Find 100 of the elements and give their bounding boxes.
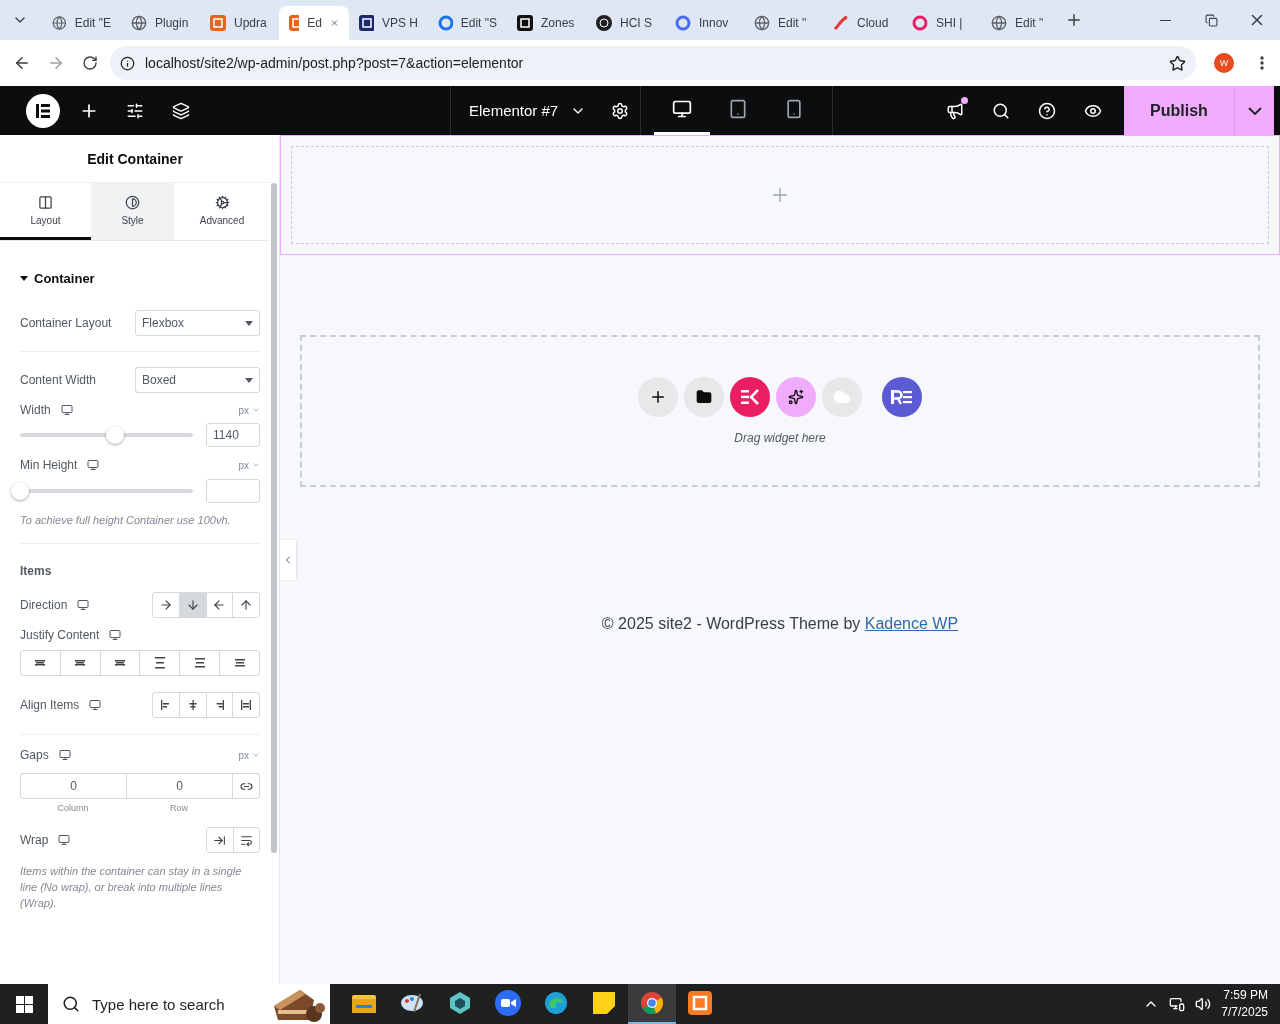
monitor-icon <box>89 699 102 711</box>
browser-tab[interactable]: Innov <box>665 6 744 40</box>
monitor-icon <box>672 99 692 119</box>
folder-icon <box>352 992 376 1014</box>
monitor-icon <box>87 459 100 471</box>
unit-selector[interactable]: px <box>238 404 260 416</box>
drop-hint: Drag widget here <box>734 431 826 445</box>
swirl-icon <box>544 991 568 1015</box>
kit-button[interactable] <box>730 377 770 417</box>
chevron-down-icon <box>1247 106 1262 115</box>
tab-title: HCI S <box>620 16 652 30</box>
volume-icon[interactable] <box>1195 996 1212 1012</box>
browser-tab[interactable]: Updra <box>200 6 279 40</box>
profile-avatar[interactable]: W <box>1214 53 1234 73</box>
justify-icon <box>115 660 126 666</box>
tab-title: Edit "E <box>74 16 111 30</box>
chevron-down-icon <box>252 751 260 759</box>
align-icon <box>214 700 225 710</box>
kit-icon <box>740 389 760 405</box>
number-field[interactable]: 1140 <box>206 423 260 447</box>
footer-text: © 2025 site2 - WordPress Theme by Kadence WP <box>600 615 960 633</box>
cloud-icon <box>833 388 851 406</box>
search-icon <box>992 101 1010 120</box>
browser-tab[interactable]: Edit " <box>744 6 823 40</box>
control-label: Gaps <box>20 748 49 762</box>
monitor-icon <box>58 749 71 761</box>
browser-tab[interactable]: Zones <box>507 6 586 40</box>
tab-title: Edit " <box>778 16 807 30</box>
align-icon <box>187 700 198 710</box>
caret-icon <box>20 275 28 282</box>
field-caption: Row <box>169 803 189 813</box>
gear-icon <box>214 194 230 210</box>
monitor-icon <box>109 629 122 641</box>
browser-tab[interactable]: Ed <box>279 6 349 40</box>
tab-title: Edit "S <box>460 16 497 30</box>
number-field[interactable]: 0 <box>21 774 127 798</box>
columns-icon <box>38 194 53 210</box>
align-icon <box>160 700 171 710</box>
search-placeholder: Type here to search <box>92 995 225 1013</box>
addon-button[interactable] <box>882 377 922 417</box>
option-button[interactable] <box>232 693 259 717</box>
browser-tab[interactable]: Edit "S <box>428 6 507 40</box>
restore-icon <box>1204 13 1218 27</box>
number-field[interactable]: 0 <box>127 774 233 798</box>
unit-selector[interactable]: px <box>238 459 260 471</box>
template-library-button[interactable] <box>684 377 724 417</box>
settings-icon <box>611 101 630 120</box>
browser-tab[interactable]: Cloud <box>823 6 902 40</box>
search-icon <box>62 995 80 1013</box>
select-field[interactable]: Flexbox <box>135 310 260 336</box>
unit-selector[interactable]: px <box>238 749 260 761</box>
taskbar-search-field[interactable]: Type here to search <box>48 984 330 1024</box>
tab-title: Ed <box>307 16 322 30</box>
tab-title: Zones <box>541 16 575 30</box>
chevron-down-icon <box>252 406 260 414</box>
ai-button[interactable] <box>776 377 816 417</box>
kebab-menu-icon <box>1260 56 1264 70</box>
publish-button[interactable]: Publish <box>1124 86 1234 135</box>
monitor-icon <box>58 834 71 846</box>
tab-title: Updra <box>234 16 267 30</box>
arrow-right-icon <box>47 54 65 72</box>
tab-title: Edit " <box>1015 16 1044 30</box>
monitor-icon <box>60 404 73 416</box>
address-bar[interactable]: localhost/site2/wp-admin/post.php?post=7&action=elementor <box>110 46 1196 80</box>
section-toggle[interactable]: Container <box>20 271 260 286</box>
slider-thumb[interactable] <box>106 426 125 444</box>
browser-tab[interactable]: Plugin <box>121 6 200 40</box>
browser-tab[interactable]: VPS H <box>349 6 428 40</box>
plus-icon <box>1065 11 1083 29</box>
browser-tab[interactable]: SHI | <box>902 6 981 40</box>
control-label: Content Width <box>20 373 97 387</box>
bookmark-star-icon[interactable] <box>1169 54 1186 72</box>
option-button[interactable] <box>232 828 259 852</box>
taskbar-app[interactable] <box>628 984 676 1024</box>
panel-tab[interactable]: Style <box>91 183 174 240</box>
option-button[interactable] <box>219 651 259 675</box>
document-title-menu[interactable]: Elementor #7 <box>451 86 601 135</box>
wrap-icon <box>239 833 253 847</box>
tab-title: Plugin <box>155 16 189 30</box>
theme-link[interactable]: Kadence WP <box>864 615 959 632</box>
slider-track[interactable] <box>11 482 193 500</box>
justify-icon <box>194 658 205 668</box>
sticky-note-icon <box>593 992 615 1014</box>
select-field[interactable]: Boxed <box>135 367 260 393</box>
sliders-icon <box>126 101 144 120</box>
control-label: Align Items <box>20 698 80 712</box>
browser-tab[interactable]: Edit "E <box>42 6 121 40</box>
number-field[interactable] <box>206 479 260 503</box>
justify-icon <box>154 657 165 669</box>
control-label: Width <box>20 403 51 417</box>
url-text: localhost/site2/wp-admin/post.php?post=7&action=elementor <box>145 55 525 71</box>
date-text: 7/7/2025 <box>1221 1004 1268 1021</box>
group-heading: Items <box>20 564 53 578</box>
slider-thumb[interactable] <box>11 482 29 500</box>
browser-tab[interactable]: Edit " <box>981 6 1060 40</box>
caret-icon <box>245 320 253 326</box>
add-section-button[interactable] <box>638 377 678 417</box>
browser-tab[interactable]: HCI S <box>586 6 665 40</box>
clock[interactable]: 7:59 PM 7/7/2025 <box>1221 987 1268 1021</box>
network-icon[interactable] <box>1169 996 1186 1012</box>
